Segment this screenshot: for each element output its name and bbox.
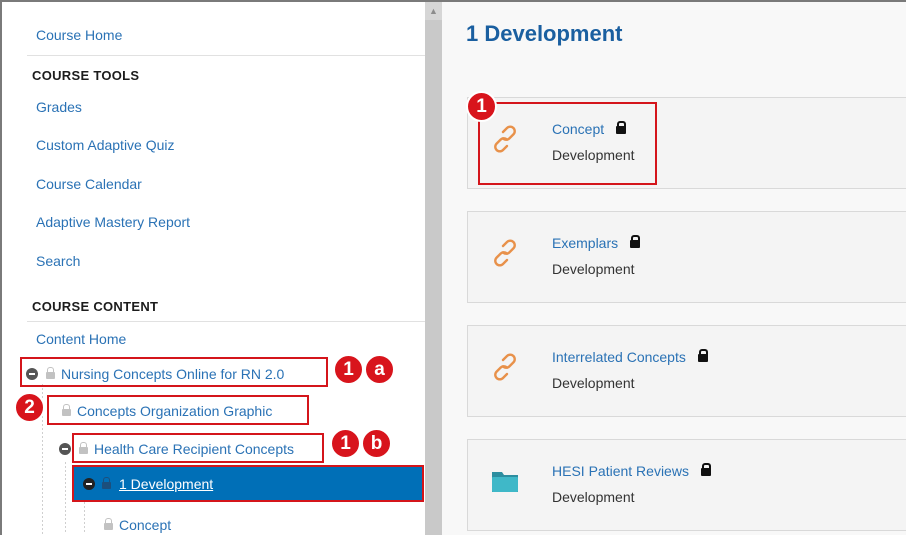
nav-grades[interactable]: Grades	[36, 99, 82, 115]
highlight-box	[478, 102, 657, 185]
nav-search[interactable]: Search	[36, 253, 80, 269]
nav-adaptive-mastery-report[interactable]: Adaptive Mastery Report	[36, 214, 190, 230]
sidebar-scrollbar[interactable]: ▲	[425, 2, 442, 535]
nav-course-home[interactable]: Course Home	[36, 27, 122, 43]
tree-guide-line	[84, 502, 85, 534]
collapse-icon[interactable]	[83, 478, 95, 490]
content-card-interrelated-concepts[interactable]: Interrelated Concepts Development	[467, 325, 906, 417]
nav-course-calendar[interactable]: Course Calendar	[36, 176, 142, 192]
tree-item-concept[interactable]: Concept	[102, 517, 171, 533]
tree-item-label: 1 Development	[119, 476, 214, 492]
annotation-badge: 2	[14, 392, 45, 423]
card-title[interactable]: Exemplars	[552, 235, 641, 251]
divider	[27, 321, 425, 322]
nav-content-home[interactable]: Content Home	[36, 331, 126, 347]
annotation-badge: b	[361, 428, 392, 459]
content-card-exemplars[interactable]: Exemplars Development	[467, 211, 906, 303]
course-tools-heading: COURSE TOOLS	[32, 68, 140, 83]
card-subtitle: Development	[552, 261, 635, 277]
highlight-box	[72, 433, 324, 463]
annotation-badge: 1	[333, 354, 364, 385]
lock-icon	[700, 463, 711, 476]
tree-item-1-development-selected[interactable]: 1 Development	[72, 465, 424, 502]
lock-icon	[104, 518, 113, 530]
lock-icon	[697, 349, 708, 362]
course-content-heading: COURSE CONTENT	[32, 299, 159, 314]
card-title[interactable]: Interrelated Concepts	[552, 349, 708, 365]
annotation-badge: a	[364, 354, 395, 385]
lock-icon	[102, 477, 111, 489]
main-content: 1 Development Concept Development Exempl…	[442, 2, 906, 535]
card-subtitle: Development	[552, 375, 635, 391]
folder-icon	[492, 472, 518, 492]
nav-custom-adaptive-quiz[interactable]: Custom Adaptive Quiz	[36, 137, 175, 153]
divider	[27, 55, 425, 56]
tree-guide-line	[65, 462, 66, 534]
card-title[interactable]: HESI Patient Reviews	[552, 463, 711, 479]
lock-icon	[630, 235, 641, 248]
annotation-badge: 1	[330, 428, 361, 459]
collapse-icon[interactable]	[59, 443, 71, 455]
link-icon	[494, 239, 516, 267]
annotation-badge: 1	[466, 91, 497, 122]
course-sidebar: Course Home COURSE TOOLS Grades Custom A…	[2, 2, 425, 535]
highlight-box	[20, 357, 328, 387]
highlight-box	[47, 395, 309, 425]
content-card-hesi-patient-reviews[interactable]: HESI Patient Reviews Development	[467, 439, 906, 531]
link-icon	[494, 353, 516, 381]
page-title: 1 Development	[466, 21, 623, 46]
tree-item-label: Concept	[119, 517, 172, 533]
card-subtitle: Development	[552, 489, 635, 505]
scroll-up-arrow-icon[interactable]: ▲	[425, 2, 442, 20]
